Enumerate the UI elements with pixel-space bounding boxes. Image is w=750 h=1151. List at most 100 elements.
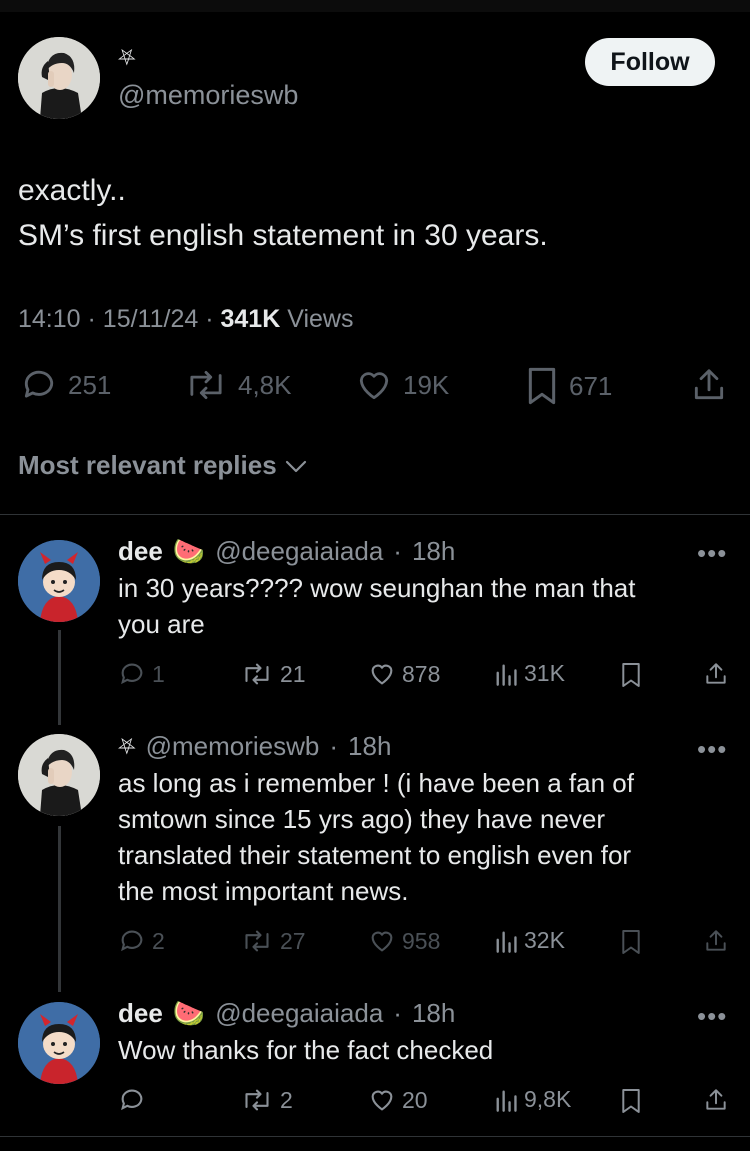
- bookmark-count: 671: [569, 370, 613, 401]
- author-handle[interactable]: @memorieswb: [118, 80, 298, 111]
- repost-icon: [245, 930, 269, 952]
- reply-author-handle[interactable]: @deegaiaiada: [215, 998, 383, 1029]
- repost-icon: [190, 371, 222, 399]
- reply-count: 251: [68, 369, 112, 400]
- like-action[interactable]: 20: [368, 1086, 428, 1114]
- share-action[interactable]: [703, 1086, 729, 1119]
- like-icon: [371, 664, 393, 685]
- views-icon: [496, 931, 517, 953]
- reply-line: translated their statement to english ev…: [118, 840, 632, 870]
- bookmark-action[interactable]: [620, 661, 642, 694]
- repost-icon: [245, 1089, 269, 1111]
- avatar-memorieswb[interactable]: [18, 734, 100, 816]
- like-icon: [371, 1090, 393, 1111]
- section-divider: [0, 1136, 750, 1137]
- repost-action[interactable]: 4,8K: [184, 366, 292, 404]
- share-action[interactable]: [690, 366, 728, 404]
- tweet-text: exactly.. SM’s first english statement i…: [18, 168, 548, 258]
- like-action[interactable]: 878: [368, 660, 440, 688]
- sort-label: Most relevant replies: [18, 450, 277, 480]
- reply-age[interactable]: 18h: [412, 536, 455, 567]
- reply-icon: [24, 370, 54, 398]
- views-count: 31K: [524, 660, 565, 686]
- share-action[interactable]: [703, 927, 729, 960]
- reply-action[interactable]: 251: [20, 366, 111, 404]
- share-action[interactable]: [703, 660, 729, 693]
- reply-header: dee 🍉 @deegaiaiada · 18h: [118, 536, 455, 567]
- avatar-image: [18, 37, 100, 119]
- share-icon: [706, 930, 726, 951]
- reply-count: 1: [152, 660, 165, 687]
- chevron-down-icon: [285, 460, 306, 472]
- like-action[interactable]: 19K: [355, 366, 449, 404]
- more-icon[interactable]: •••: [697, 736, 727, 762]
- views-icon: [496, 664, 517, 686]
- reply-header: ⛧ @memorieswb · 18h: [118, 731, 391, 762]
- repost-count: 4,8K: [238, 369, 292, 400]
- status-strip: [0, 0, 750, 12]
- more-icon[interactable]: •••: [697, 540, 727, 566]
- display-name-glyph: ⛧: [118, 45, 136, 70]
- display-name-glyph[interactable]: ⛧: [118, 735, 136, 758]
- reply-line: smtown since 15 yrs ago) they have never: [118, 804, 606, 834]
- repost-action[interactable]: 2: [240, 1086, 293, 1114]
- bookmark-action[interactable]: [620, 1087, 642, 1120]
- reply-action[interactable]: 1: [118, 660, 165, 688]
- views-action[interactable]: 9,8K: [494, 1086, 571, 1113]
- separator-dot: ·: [329, 731, 339, 761]
- separator-dot: ·: [393, 998, 402, 1028]
- views-action[interactable]: 32K: [494, 927, 565, 954]
- reply-line: in 30 years???? wow seunghan the man tha…: [118, 573, 636, 603]
- repost-count: 27: [280, 927, 306, 954]
- follow-button[interactable]: Follow: [585, 38, 715, 86]
- reply-author-name[interactable]: dee: [118, 998, 163, 1029]
- reply-author-name[interactable]: dee: [118, 536, 163, 567]
- views-icon: [496, 1090, 517, 1112]
- bookmark-icon: [622, 930, 640, 954]
- reply-header: dee 🍉 @deegaiaiada · 18h: [118, 998, 455, 1029]
- avatar-image: [18, 1002, 100, 1084]
- like-count: 878: [402, 660, 441, 687]
- tweet-line: SM’s first english statement in 30 years…: [18, 219, 548, 252]
- thread-connector: [58, 630, 61, 725]
- reply-text: Wow thanks for the fact checked: [118, 1032, 493, 1068]
- views-count: 32K: [524, 927, 565, 953]
- reply-action[interactable]: 2: [118, 927, 165, 955]
- replies-sort-dropdown[interactable]: Most relevant replies: [18, 450, 309, 481]
- reply-action[interactable]: [118, 1086, 146, 1114]
- repost-action[interactable]: 27: [240, 927, 306, 955]
- bookmark-icon: [528, 367, 556, 405]
- tweet-time[interactable]: 14:10: [18, 305, 81, 333]
- share-icon: [694, 369, 724, 400]
- avatar-dee[interactable]: [18, 540, 100, 622]
- tweet-date[interactable]: 15/11/24: [103, 305, 198, 333]
- bookmark-icon: [622, 663, 640, 687]
- avatar-image: [18, 540, 100, 622]
- reply-age[interactable]: 18h: [412, 998, 455, 1029]
- like-action[interactable]: 958: [368, 927, 440, 955]
- thread-connector: [58, 826, 61, 992]
- bookmark-action[interactable]: [620, 928, 642, 961]
- reply-line: the most important news.: [118, 876, 409, 906]
- like-count: 20: [402, 1086, 428, 1113]
- more-icon[interactable]: •••: [697, 1003, 727, 1029]
- tweet-meta: 14:10 · 15/11/24 · 341K Views: [18, 305, 353, 334]
- watermelon-emoji: 🍉: [172, 998, 206, 1028]
- views-label: Views: [287, 305, 354, 333]
- reply-count: 2: [152, 927, 165, 954]
- repost-action[interactable]: 21: [240, 660, 306, 688]
- avatar-dee[interactable]: [18, 1002, 100, 1084]
- reply-age[interactable]: 18h: [348, 731, 391, 762]
- avatar-memorieswb[interactable]: [18, 37, 100, 119]
- reply-text: as long as i remember ! (i have been a f…: [118, 765, 634, 909]
- reply-author-handle[interactable]: @memorieswb: [146, 731, 320, 762]
- bookmark-action[interactable]: 671: [525, 366, 612, 406]
- reply-author-handle[interactable]: @deegaiaiada: [215, 536, 383, 567]
- separator-dot: ·: [393, 536, 402, 566]
- views-count: 341K: [220, 305, 281, 333]
- separator-dot: ·: [87, 305, 103, 333]
- views-action[interactable]: 31K: [494, 660, 565, 687]
- reply-icon: [121, 930, 143, 952]
- reply-line: Wow thanks for the fact checked: [118, 1035, 494, 1065]
- avatar-image: [18, 734, 100, 816]
